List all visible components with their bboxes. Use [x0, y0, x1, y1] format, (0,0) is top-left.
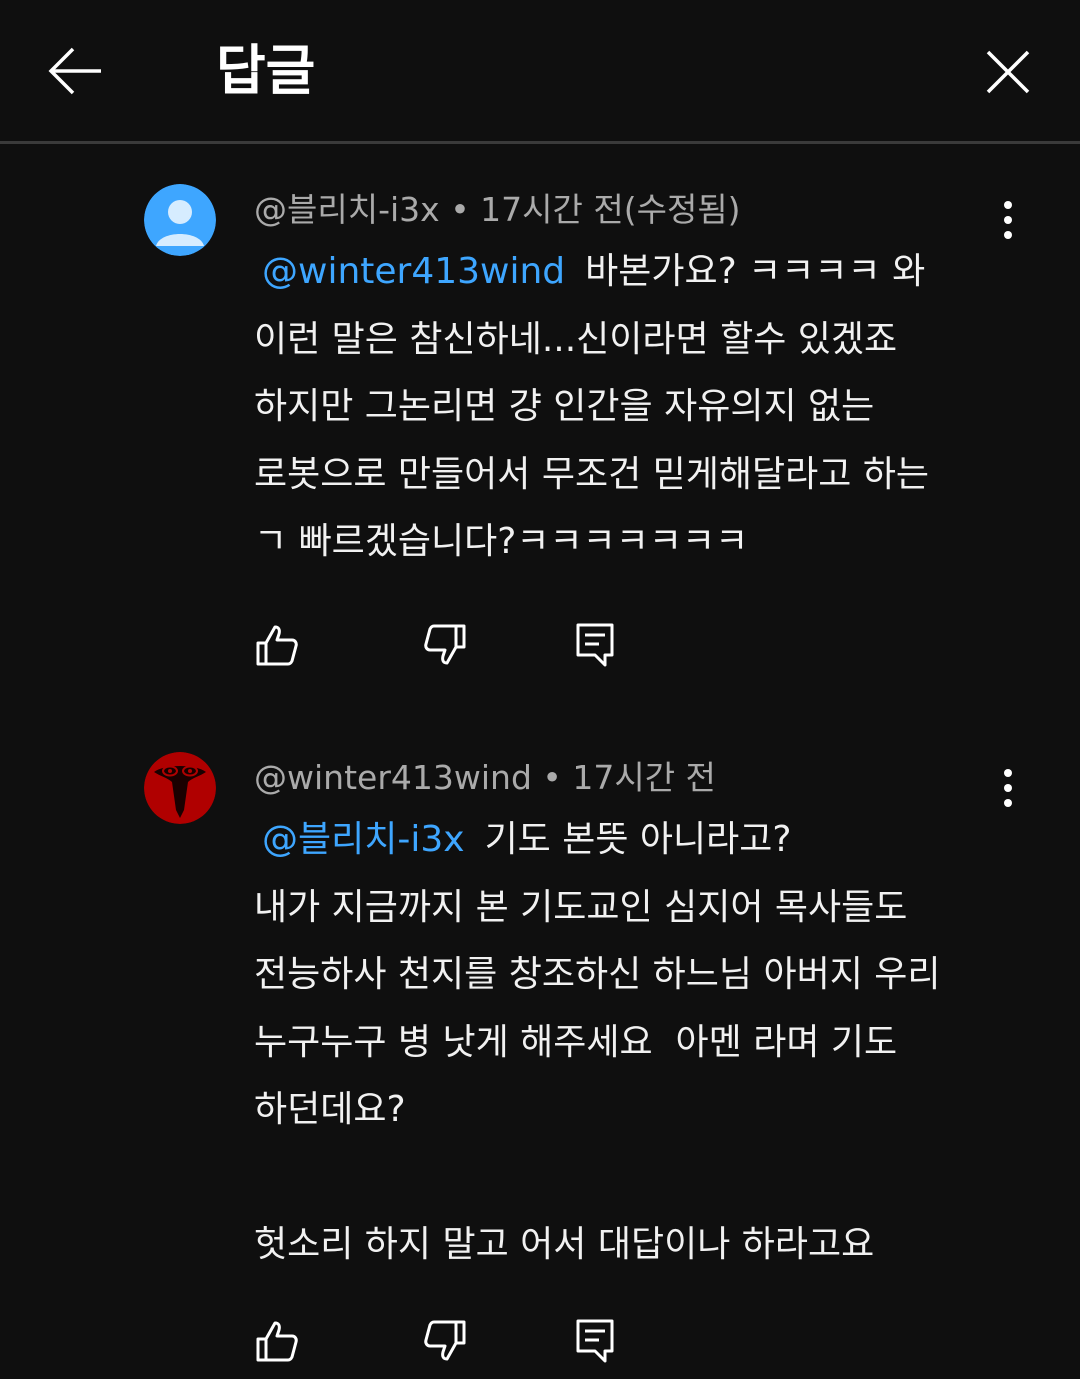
thumbs-up-icon	[256, 1321, 298, 1362]
more-vertical-icon	[1004, 201, 1012, 239]
close-icon	[986, 50, 1030, 94]
reply-icon	[576, 1319, 614, 1363]
avatar[interactable]	[144, 752, 216, 824]
comment-body: 바본가요? ㅋㅋㅋㅋ 와 이런 말은 참신하네...신이라면 할수 있겠죠 하지…	[254, 251, 930, 562]
thumbs-up-icon	[256, 625, 298, 666]
close-button[interactable]	[972, 36, 1044, 108]
author-name[interactable]: @winter413wind	[254, 758, 532, 797]
meta-separator: •	[542, 758, 562, 797]
comment-actions	[254, 1318, 654, 1368]
more-vertical-icon	[1004, 769, 1012, 807]
comment-text: @winter413wind 바본가요? ㅋㅋㅋㅋ 와 이런 말은 참신하네...…	[254, 238, 1014, 576]
like-button[interactable]	[254, 622, 300, 668]
mention-link[interactable]: @winter413wind	[254, 251, 585, 292]
mention-link[interactable]: @블리치-i3x	[254, 819, 485, 860]
arrow-left-icon	[48, 47, 101, 95]
default-user-avatar-icon	[144, 184, 216, 256]
page-title: 답글	[216, 39, 316, 102]
comment-time: 17시간 전(수정됨)	[480, 190, 741, 229]
top-bar: 답글	[0, 0, 1080, 144]
reply-button[interactable]	[572, 1318, 618, 1364]
meta-separator: •	[450, 190, 470, 229]
author-name[interactable]: @블리치-i3x	[254, 190, 440, 229]
reply-button[interactable]	[572, 622, 618, 668]
comment-meta: @블리치-i3x • 17시간 전(수정됨)	[254, 190, 741, 230]
comment-text: @블리치-i3x 기도 본뜻 아니라고? 내가 지금까지 본 기도교인 심지어 목…	[254, 806, 1014, 1279]
comment-body: 기도 본뜻 아니라고? 내가 지금까지 본 기도교인 심지어 목사들도 전능하사…	[254, 819, 941, 1265]
thumbs-down-icon	[424, 624, 466, 665]
like-button[interactable]	[254, 1318, 300, 1364]
dislike-button[interactable]	[422, 1318, 468, 1364]
back-button[interactable]	[40, 36, 110, 106]
comment-time: 17시간 전	[572, 758, 716, 797]
dislike-button[interactable]	[422, 622, 468, 668]
comment-actions	[254, 622, 654, 672]
comment-meta: @winter413wind • 17시간 전	[254, 758, 716, 798]
avatar[interactable]	[144, 184, 216, 256]
thumbs-down-icon	[424, 1320, 466, 1361]
reply-icon	[576, 623, 614, 667]
red-mask-avatar-icon	[144, 752, 216, 824]
